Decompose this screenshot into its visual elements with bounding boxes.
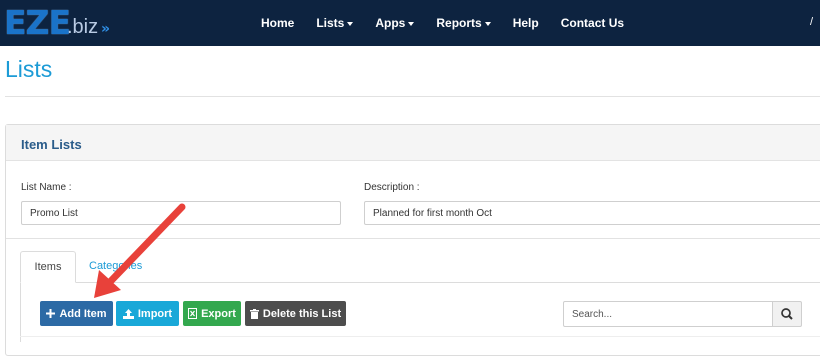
trash-icon xyxy=(249,308,259,319)
list-name-label: List Name : xyxy=(21,182,72,193)
export-button[interactable]: Export xyxy=(183,301,241,326)
excel-file-icon xyxy=(188,308,198,319)
nav-label: Reports xyxy=(436,16,482,30)
panel-heading: Item Lists xyxy=(6,125,820,161)
nav-label: Apps xyxy=(375,16,406,30)
caret-down-icon xyxy=(347,21,354,26)
panel-title: Item Lists xyxy=(21,137,82,152)
nav-contact-us[interactable]: Contact Us xyxy=(550,0,635,46)
logo-suffix: .biz xyxy=(67,16,99,38)
nav-help[interactable]: Help xyxy=(502,0,550,46)
nav-home[interactable]: Home xyxy=(250,0,305,46)
form-divider xyxy=(6,238,820,239)
caret-down-icon xyxy=(484,21,491,26)
upload-icon xyxy=(122,308,134,319)
main-menu: Home Lists Apps Reports Help Contact Us xyxy=(250,0,635,46)
magnifier-icon xyxy=(781,308,793,320)
add-item-button[interactable]: Add Item xyxy=(40,301,113,326)
page-title: Lists xyxy=(5,56,53,82)
nav-label: Home xyxy=(261,16,295,30)
tab-label: Categories xyxy=(89,260,143,272)
nav-reports[interactable]: Reports xyxy=(425,0,501,46)
caret-down-icon xyxy=(408,21,415,26)
search-button[interactable] xyxy=(772,301,802,327)
delete-list-label: Delete this List xyxy=(262,307,342,320)
table-top-border xyxy=(20,336,820,337)
tab-items[interactable]: Items xyxy=(20,251,76,283)
description-input[interactable] xyxy=(364,201,820,225)
tab-pane-border xyxy=(20,282,21,342)
nav-lists[interactable]: Lists xyxy=(305,0,364,46)
nav-label: Help xyxy=(512,16,539,30)
nav-label: Lists xyxy=(316,16,345,30)
logo-mark: EZE xyxy=(4,3,71,42)
import-button[interactable]: Import xyxy=(116,301,179,326)
tab-label: Items xyxy=(34,261,62,273)
import-label: Import xyxy=(137,307,173,320)
add-item-label: Add Item xyxy=(59,307,107,320)
title-divider xyxy=(5,96,820,97)
export-label: Export xyxy=(201,307,236,320)
top-navbar: EZE .biz » Home Lists Apps Reports Help … xyxy=(0,0,820,46)
nav-label: Contact Us xyxy=(560,16,625,30)
logo-chevron-icon: » xyxy=(101,21,110,37)
delete-list-button[interactable]: Delete this List xyxy=(245,301,346,326)
search-input[interactable] xyxy=(563,301,773,327)
list-name-input[interactable] xyxy=(21,201,341,225)
nav-trailing-mark: / xyxy=(810,16,814,28)
tab-strip-border xyxy=(20,282,820,283)
description-label: Description : xyxy=(364,182,420,193)
nav-apps[interactable]: Apps xyxy=(364,0,425,46)
plus-icon xyxy=(46,309,56,318)
tab-categories[interactable]: Categories xyxy=(89,251,142,283)
